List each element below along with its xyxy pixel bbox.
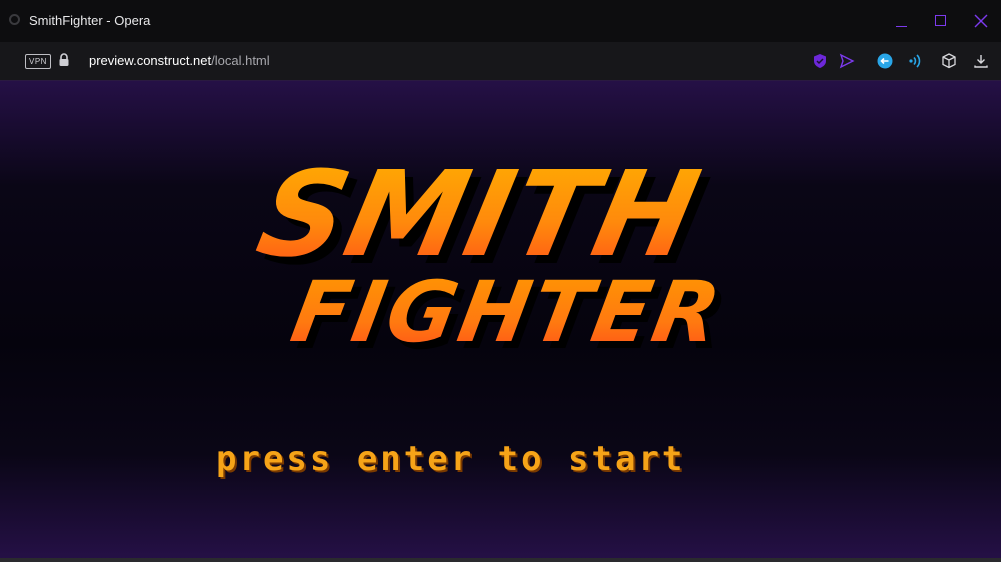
maximize-button[interactable]	[930, 10, 952, 32]
back-bubble-icon[interactable]	[876, 52, 894, 70]
game-canvas[interactable]: SMITH FIGHTER SMITH FIGHTER press enter …	[0, 80, 1001, 559]
lock-icon[interactable]	[58, 53, 70, 72]
cube-icon[interactable]	[940, 52, 958, 70]
press-enter-prompt[interactable]: press enter to start	[216, 439, 786, 479]
window-titlebar: SmithFighter - Opera	[0, 0, 1001, 42]
url-field[interactable]: preview.construct.net/local.html	[89, 53, 270, 68]
window-title: SmithFighter - Opera	[29, 13, 151, 28]
url-path: /local.html	[211, 53, 270, 68]
download-icon[interactable]	[972, 52, 990, 70]
game-logo: SMITH FIGHTER SMITH FIGHTER	[247, 146, 737, 368]
shield-icon[interactable]	[811, 52, 829, 70]
opera-logo-icon	[9, 14, 20, 25]
close-icon	[974, 14, 988, 28]
close-button[interactable]	[970, 10, 992, 32]
vpn-badge[interactable]: VPN	[25, 54, 51, 69]
wireless-icon[interactable]	[907, 52, 925, 70]
window-bottom-border	[0, 558, 1001, 562]
send-icon[interactable]	[838, 52, 856, 70]
minimize-button[interactable]	[891, 10, 913, 32]
url-domain: preview.construct.net	[89, 53, 212, 68]
address-bar: VPN preview.construct.net/local.html	[0, 42, 1001, 80]
logo-line2: FIGHTER	[285, 263, 731, 361]
